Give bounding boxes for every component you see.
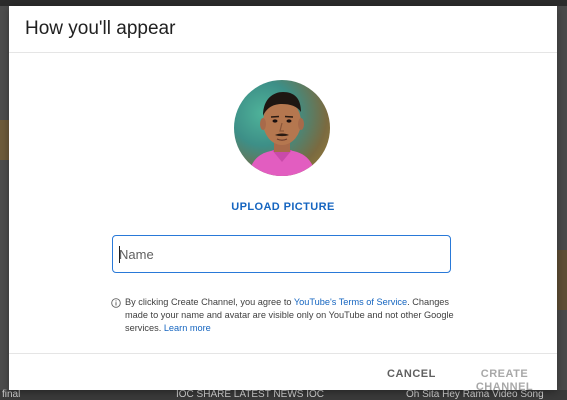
cancel-button[interactable]: CANCEL: [387, 368, 436, 381]
dialog-header: How you'll appear: [9, 6, 557, 53]
name-input[interactable]: [114, 237, 449, 271]
profile-photo-icon: [248, 92, 316, 176]
background-thumbnail: [557, 250, 567, 310]
dialog-footer: CANCEL CREATE CHANNEL: [9, 353, 557, 394]
info-icon: [111, 298, 121, 308]
terms-notice: By clicking Create Channel, you agree to…: [125, 296, 465, 335]
terms-of-service-link[interactable]: YouTube's Terms of Service: [294, 297, 407, 307]
background-right-strip: [557, 6, 567, 390]
create-channel-button[interactable]: CREATE CHANNEL: [452, 368, 557, 394]
text-cursor: [119, 246, 120, 263]
notice-text-before: By clicking Create Channel, you agree to: [125, 297, 294, 307]
create-channel-dialog: How you'll appear UPLOAD PICTURE Name By…: [9, 6, 557, 394]
learn-more-link[interactable]: Learn more: [164, 323, 211, 333]
dialog-title: How you'll appear: [25, 18, 176, 39]
upload-picture-button[interactable]: UPLOAD PICTURE: [9, 201, 557, 214]
avatar: [234, 80, 330, 176]
name-field[interactable]: [112, 235, 451, 273]
